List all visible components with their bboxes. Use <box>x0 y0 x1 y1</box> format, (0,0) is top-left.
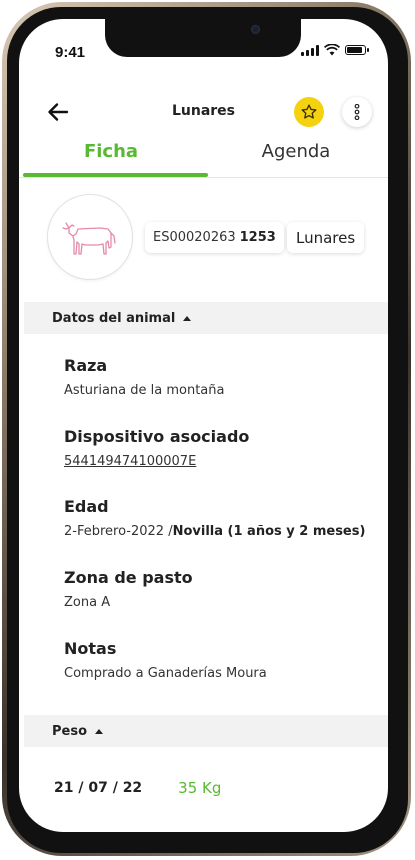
field-value: Asturiana de la montaña <box>64 383 225 398</box>
animal-name-chip: Lunares <box>287 222 365 253</box>
app-screen: 9:41 Lunares Ficha Agenda ES00020263 125… <box>19 19 388 832</box>
animal-avatar[interactable] <box>47 194 133 280</box>
field-label: Raza <box>64 356 108 375</box>
animal-id-suffix: 1253 <box>239 230 276 245</box>
wifi-icon <box>324 44 340 56</box>
star-icon <box>301 104 317 119</box>
caret-up-icon <box>183 315 192 321</box>
field-value: Zona A <box>64 595 111 610</box>
field-value: Comprado a Ganaderías Moura <box>64 666 267 681</box>
cow-icon <box>62 222 116 255</box>
field-notas: Notas Comprado a Ganaderías Moura <box>64 639 384 681</box>
camera-icon <box>251 25 260 34</box>
field-zona-pasto: Zona de pasto Zona A <box>64 568 384 610</box>
tab-ficha[interactable]: Ficha <box>19 141 203 162</box>
device-link[interactable]: 544149474100007E <box>64 454 384 469</box>
section-datos-title: Datos del animal <box>52 310 176 326</box>
field-edad: Edad 2-Febrero-2022 /Novilla (1 años y 2… <box>64 497 384 539</box>
animal-id-prefix: ES00020263 <box>153 230 236 245</box>
caret-up-icon <box>95 728 104 734</box>
field-dispositivo: Dispositivo asociado 544149474100007E <box>64 427 384 469</box>
section-datos-header[interactable]: Datos del animal <box>24 302 388 334</box>
tab-agenda[interactable]: Agenda <box>204 141 388 162</box>
signal-icon <box>301 44 319 56</box>
more-vertical-icon <box>354 104 360 120</box>
field-label: Dispositivo asociado <box>64 427 250 446</box>
page-title: Lunares <box>171 103 236 119</box>
battery-icon <box>345 45 369 55</box>
status-icons <box>301 44 369 56</box>
active-tab-indicator <box>23 173 208 177</box>
field-raza: Raza Asturiana de la montaña <box>64 356 384 398</box>
birth-date: 2-Febrero-2022 / <box>64 524 173 539</box>
notch <box>105 19 301 57</box>
tab-bar: Ficha Agenda <box>19 139 388 178</box>
weight-entry: 21 / 07 / 22 35 Kg <box>54 779 354 797</box>
field-value: 2-Febrero-2022 /Novilla (1 años y 2 mese… <box>64 524 384 539</box>
field-label: Notas <box>64 639 117 658</box>
status-time: 9:41 <box>55 44 86 61</box>
top-bar: Lunares <box>19 95 388 131</box>
weight-date: 21 / 07 / 22 <box>54 780 143 796</box>
more-options-button[interactable] <box>342 97 372 127</box>
section-peso-title: Peso <box>52 723 88 739</box>
animal-id-chip: ES00020263 1253 <box>145 222 284 253</box>
field-label: Edad <box>64 497 109 516</box>
age-category: Novilla (1 años y 2 meses) <box>172 524 366 539</box>
weight-value: 35 Kg <box>178 779 222 797</box>
section-peso-header[interactable]: Peso <box>24 715 388 747</box>
field-label: Zona de pasto <box>64 568 193 587</box>
favorite-button[interactable] <box>294 97 324 127</box>
